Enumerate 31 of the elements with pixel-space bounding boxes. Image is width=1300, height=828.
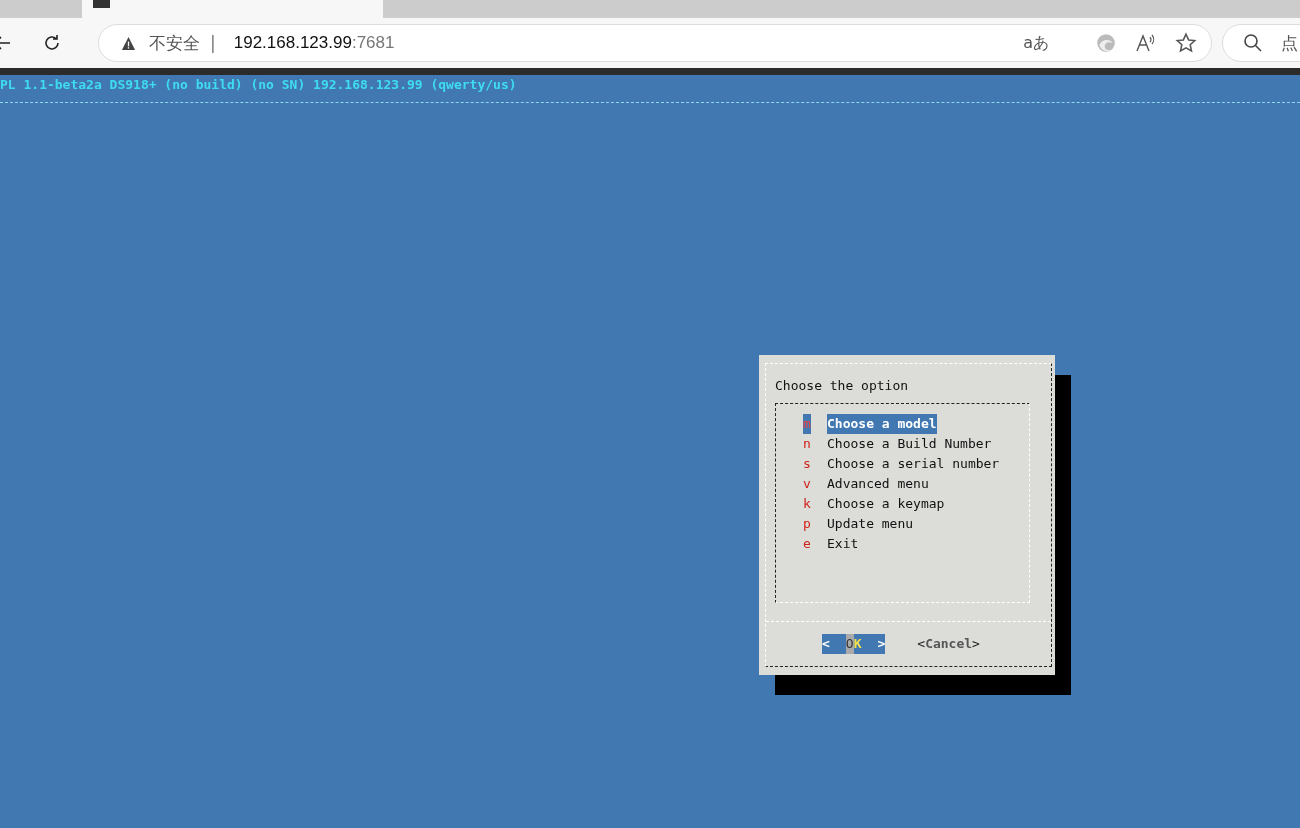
hotkey: m xyxy=(803,414,811,434)
warning-icon xyxy=(121,35,136,51)
address-bar[interactable]: 不安全 | 192.168.123.99:7681 aあ xyxy=(98,24,1212,62)
search-box[interactable]: 点 xyxy=(1222,24,1300,62)
dialog-button[interactable]: <Cancel> xyxy=(917,634,980,654)
menu-item[interactable]: Choose a Build Number xyxy=(827,434,992,454)
security-label: 不安全 xyxy=(149,31,200,55)
hotkey: v xyxy=(803,475,811,493)
hotkey: s xyxy=(803,455,811,473)
menu-item[interactable]: Choose a serial number xyxy=(827,454,1000,474)
star-icon[interactable] xyxy=(1175,32,1197,54)
browser-tab[interactable] xyxy=(82,0,383,18)
menu-item[interactable]: Update menu xyxy=(827,514,914,534)
url-text: 192.168.123.99:7681 xyxy=(233,33,395,53)
dialog-button[interactable]: < OK > xyxy=(822,634,886,654)
hotkey: e xyxy=(803,535,811,553)
dialog-title: Choose the option xyxy=(775,377,910,395)
status-line: PL 1.1-beta2a DS918+ (no build) (no SN) 192.168.123.99 (qwerty/us) xyxy=(0,76,518,94)
menu-item[interactable]: Exit xyxy=(827,534,859,554)
menu-item[interactable]: Choose a model xyxy=(827,414,937,434)
hotkey: p xyxy=(803,515,811,533)
menu-item[interactable]: Choose a keymap xyxy=(827,494,945,514)
terminal-icon xyxy=(93,0,110,8)
hotkey: n xyxy=(803,435,811,453)
reload-icon[interactable] xyxy=(42,33,62,53)
translate-button[interactable]: aあ xyxy=(1023,32,1049,54)
separator: | xyxy=(210,33,216,53)
read-aloud-icon[interactable] xyxy=(1135,32,1157,54)
search-icon xyxy=(1243,33,1263,53)
menu-item[interactable]: Advanced menu xyxy=(827,474,929,494)
hotkey: k xyxy=(803,495,811,513)
